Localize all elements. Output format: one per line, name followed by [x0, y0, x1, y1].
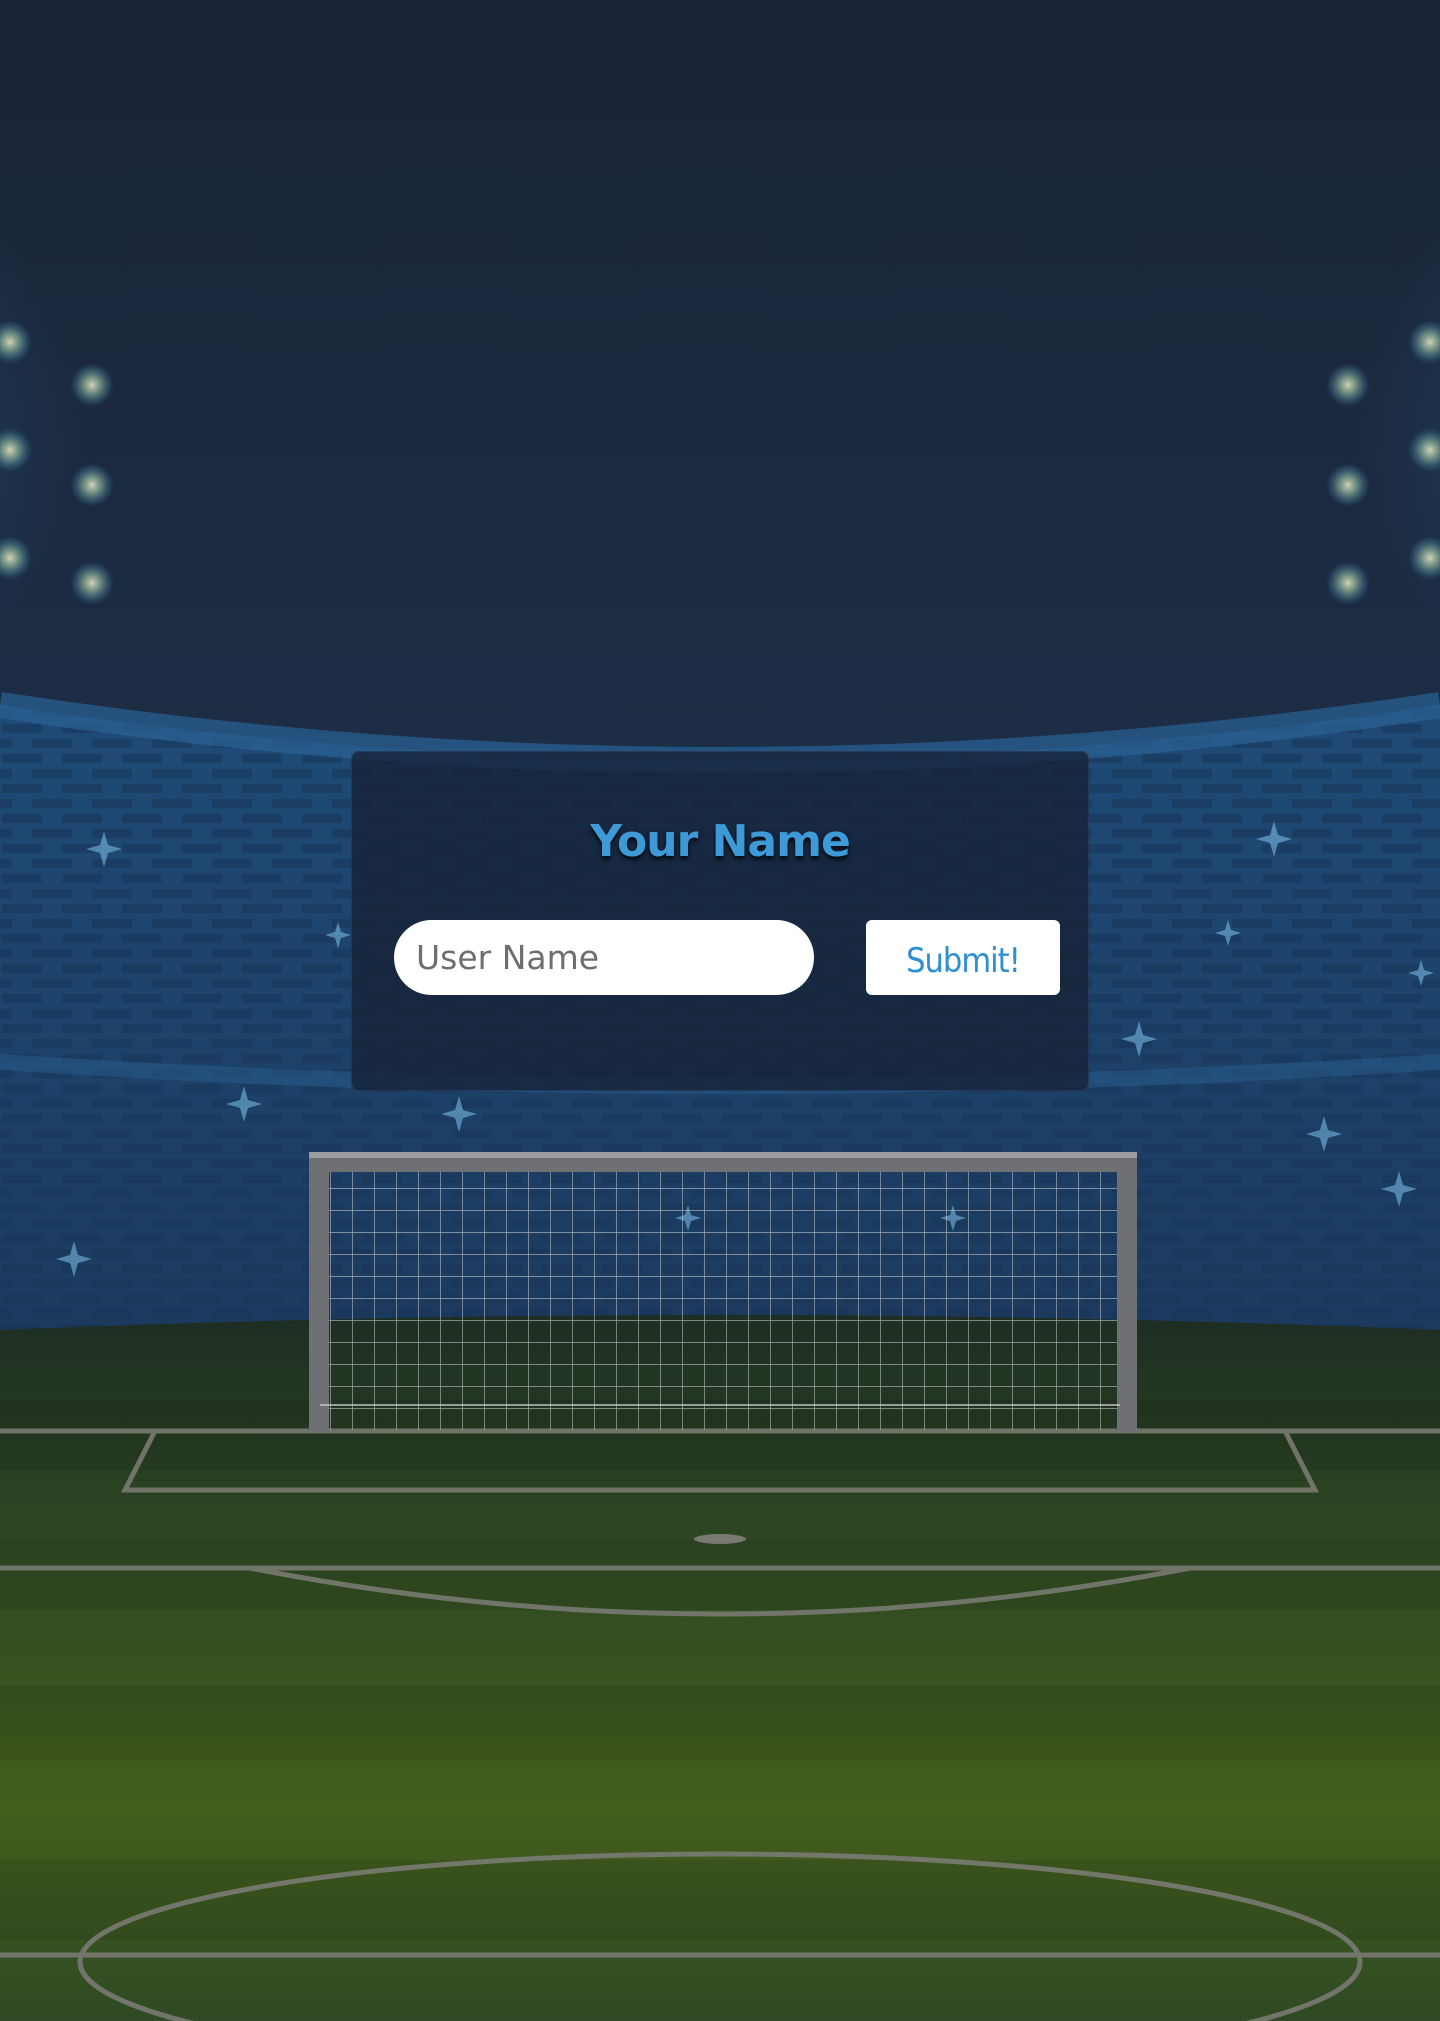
name-entry-panel: Your Name Submit! — [351, 751, 1089, 1091]
panel-title: Your Name — [590, 816, 851, 867]
goal-net — [309, 1152, 1137, 1432]
submit-button[interactable]: Submit! — [866, 920, 1060, 995]
user-name-input[interactable] — [394, 920, 814, 995]
